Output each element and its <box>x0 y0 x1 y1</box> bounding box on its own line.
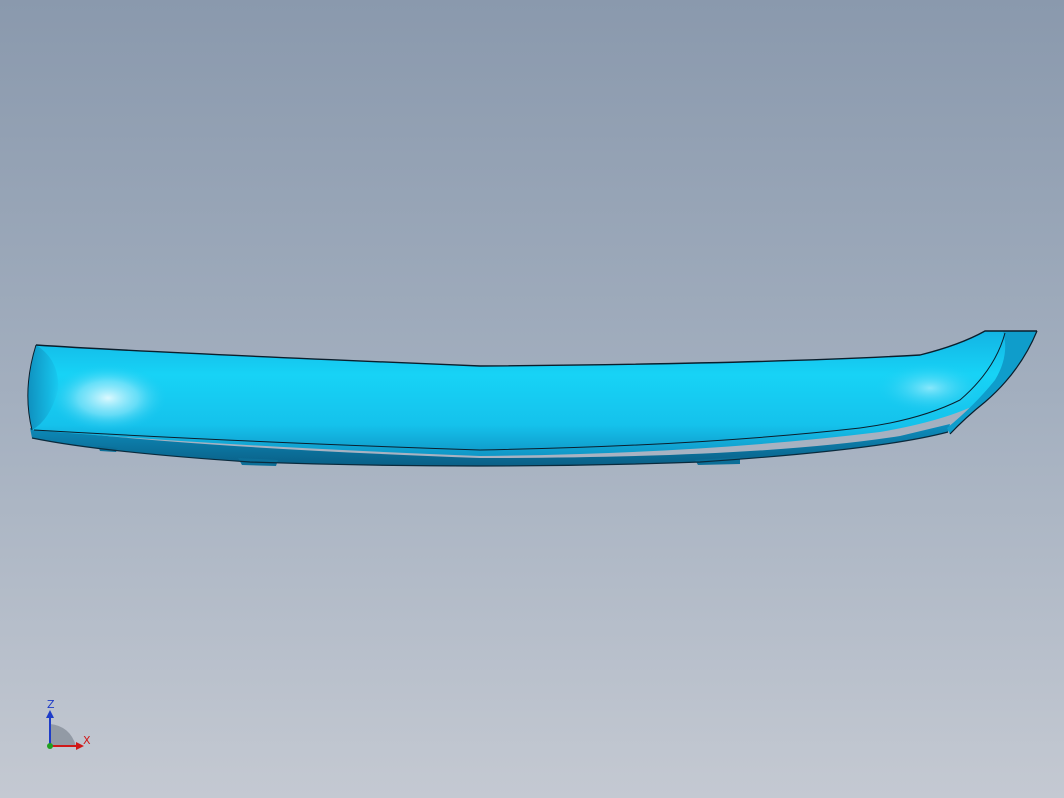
triad-plane <box>50 724 76 746</box>
axis-triad: Z X <box>40 698 100 758</box>
y-axis-origin-icon <box>47 743 53 749</box>
x-axis-label: X <box>83 734 91 747</box>
z-axis-label: Z <box>47 698 55 711</box>
3d-viewport[interactable]: Z X <box>0 0 1064 798</box>
model-highlight-left <box>48 364 168 432</box>
model-part[interactable] <box>0 0 1064 798</box>
model-highlight-right <box>875 362 985 414</box>
z-axis-arrow <box>46 710 54 718</box>
